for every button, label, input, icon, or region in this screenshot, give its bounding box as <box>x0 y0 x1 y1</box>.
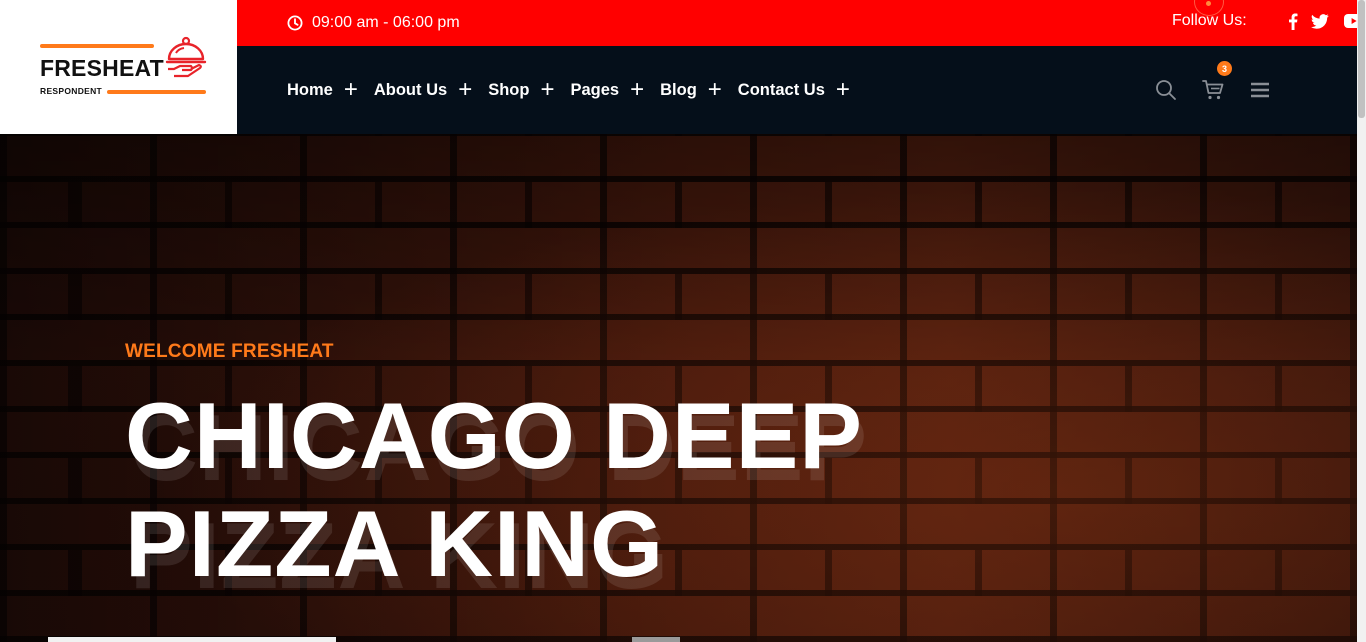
nav-label: Contact Us <box>737 80 825 99</box>
hours-text: 09:00 am - 06:00 pm <box>312 14 460 31</box>
nav-item-about-us[interactable]: About Us + <box>374 78 472 102</box>
expand-plus-icon[interactable]: + <box>458 78 472 102</box>
hero-title-line2: PIZZA KING <box>125 491 665 596</box>
expand-plus-icon[interactable]: + <box>344 78 358 102</box>
hero-bottom-strip-secondary <box>632 637 680 642</box>
nav-item-blog[interactable]: Blog + <box>660 78 722 102</box>
nav-label: Shop <box>488 80 530 99</box>
hero-kicker: WELCOME FRESHEAT <box>125 341 334 362</box>
main-navbar: Home + About Us + Shop + Pages + Blog + … <box>237 46 1357 134</box>
nav-item-shop[interactable]: Shop + <box>488 78 554 102</box>
logo-line-bottom <box>107 90 206 94</box>
expand-plus-icon[interactable]: + <box>708 78 722 102</box>
logo-tagline: RESPONDENT <box>40 86 103 96</box>
menu-icon[interactable] <box>1249 79 1271 101</box>
nav-label: Blog <box>660 80 697 99</box>
follow-us: Follow Us: <box>1127 0 1363 42</box>
nav-label: Home <box>287 80 333 99</box>
hero-title-line1: CHICAGO DEEP <box>125 383 863 488</box>
expand-plus-icon[interactable]: + <box>836 78 850 102</box>
logo-line-top <box>40 44 154 48</box>
clock-icon <box>287 15 303 31</box>
expand-plus-icon[interactable]: + <box>540 78 554 102</box>
expand-plus-icon[interactable]: + <box>630 78 644 102</box>
follow-label: Follow Us: <box>1172 12 1247 29</box>
serving-cloche-icon <box>165 36 207 78</box>
top-bar: 09:00 am - 06:00 pm Follow Us: <box>237 0 1363 46</box>
logo[interactable]: FRESHEAT RESPONDENT <box>0 0 237 134</box>
nav-item-contact-us[interactable]: Contact Us + <box>738 78 850 102</box>
nav-item-pages[interactable]: Pages + <box>570 78 644 102</box>
main-menu: Home + About Us + Shop + Pages + Blog + … <box>287 46 866 134</box>
hero-banner: WELCOME FRESHEAT CHICAGO DEEP PIZZA KING… <box>0 134 1357 642</box>
hero-bottom-strip <box>48 637 336 642</box>
nav-label: About Us <box>373 80 448 99</box>
scrollbar-thumb[interactable] <box>1358 0 1365 118</box>
search-icon[interactable] <box>1155 79 1177 101</box>
twitter-icon[interactable] <box>1309 11 1331 31</box>
logo-name: FRESHEAT <box>40 55 164 81</box>
nav-item-home[interactable]: Home + <box>287 78 358 102</box>
cart-count-badge: 3 <box>1217 61 1232 76</box>
cart-icon[interactable] <box>1202 79 1224 101</box>
opening-hours: 09:00 am - 06:00 pm <box>287 0 460 46</box>
facebook-icon[interactable] <box>1282 11 1304 31</box>
nav-label: Pages <box>570 80 620 99</box>
hero-title: CHICAGO DEEP PIZZA KING <box>125 382 863 598</box>
page-scrollbar[interactable] <box>1357 0 1366 642</box>
